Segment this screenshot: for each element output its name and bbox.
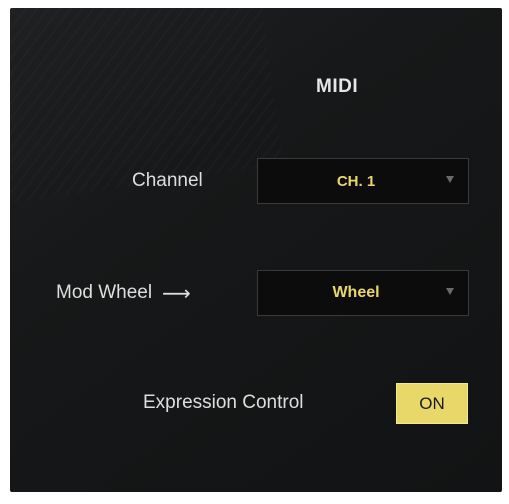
panel-title: MIDI	[316, 76, 359, 97]
mod-wheel-label-group: Mod Wheel ⟶	[56, 281, 191, 305]
caret-down-icon	[446, 288, 454, 295]
channel-dropdown-value: CH. 1	[336, 172, 376, 190]
right-arrow-icon: ⟶	[162, 281, 191, 305]
caret-down-icon	[446, 176, 454, 183]
channel-label: Channel	[132, 170, 203, 191]
mod-wheel-dropdown-value: Wheel	[332, 284, 380, 301]
mod-wheel-label: Mod Wheel	[56, 282, 153, 303]
expression-control-label: Expression Control	[143, 392, 304, 413]
mod-wheel-dropdown[interactable]: Wheel	[257, 270, 469, 316]
channel-dropdown[interactable]: CH. 1	[257, 158, 469, 204]
expression-control-toggle[interactable]: ON	[396, 383, 468, 424]
midi-settings-panel: MIDI Channel CH. 1 Mod Wheel ⟶ Wheel Exp…	[10, 8, 502, 492]
